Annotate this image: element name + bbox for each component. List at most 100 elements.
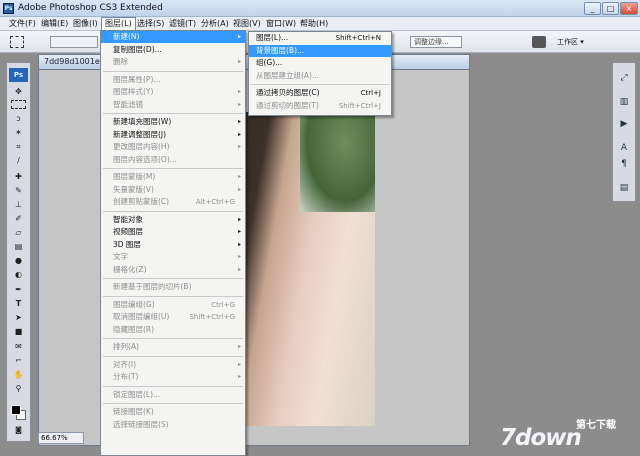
- new-submenu-item-label: 通过剪切的图层(T): [256, 100, 319, 110]
- submenu-arrow-icon: ▸: [237, 360, 241, 368]
- layer-menu-item[interactable]: 3D 图层 ▸: [101, 239, 245, 251]
- palette-well-icon[interactable]: [532, 36, 546, 48]
- layer-menu-item[interactable]: 智能对象 ▸: [101, 214, 245, 226]
- layer-menu-item-label: 锁定图层(L)...: [113, 389, 161, 399]
- new-submenu-item[interactable]: 组(G)...: [249, 57, 391, 69]
- foreground-color-swatch[interactable]: [11, 405, 21, 415]
- menu-file[interactable]: 文件(F): [6, 17, 39, 31]
- layer-menu-item[interactable]: 新建(N) ▸: [101, 31, 245, 43]
- pen-tool-icon[interactable]: ✒: [11, 284, 26, 295]
- menu-layer[interactable]: 图层(L): [101, 17, 136, 31]
- rect-marquee-tool-icon[interactable]: [11, 100, 26, 109]
- eraser-tool-icon[interactable]: ▱: [11, 227, 26, 238]
- menu-analysis[interactable]: 分析(A): [198, 17, 232, 31]
- layer-menu-item-label: 复制图层(D)...: [113, 44, 162, 54]
- menu-separator: [103, 210, 243, 212]
- layer-menu-item: 选择链接图层(S): [101, 419, 245, 431]
- layer-menu-item-label: 排列(A): [113, 342, 139, 351]
- menu-view[interactable]: 视图(V): [230, 17, 264, 31]
- layer-menu-item: 取消图层编组(U) Shift+Ctrl+G: [101, 311, 245, 323]
- magic-wand-tool-icon[interactable]: ✶: [11, 127, 26, 138]
- layer-menu-item[interactable]: 视频图层 ▸: [101, 226, 245, 238]
- layer-menu-item-label: 图层蒙版(M): [113, 172, 156, 181]
- refine-edge-button[interactable]: 调整边缘...: [410, 36, 462, 48]
- layer-menu-item: 创建剪贴蒙版(C) Alt+Ctrl+G: [101, 196, 245, 208]
- ps-logo-icon: Ps: [9, 68, 28, 82]
- submenu-arrow-icon: ▸: [237, 185, 241, 193]
- submenu-arrow-icon: ▸: [237, 58, 241, 65]
- layer-menu-item: 链接图层(K): [101, 406, 245, 418]
- layer-menu-item-label: 取消图层编组(U): [113, 312, 170, 321]
- layer-menu-item[interactable]: 复制图层(D)...: [101, 44, 245, 56]
- layer-menu-item-label: 图层属性(P)...: [113, 74, 161, 84]
- menu-separator: [103, 403, 243, 404]
- submenu-arrow-icon: ▸: [237, 88, 241, 95]
- close-button[interactable]: ×: [620, 2, 638, 15]
- brush-tool-icon[interactable]: ✎: [11, 185, 26, 196]
- new-submenu-item-label: 从图层建立组(A)...: [256, 70, 320, 80]
- character-panel-icon[interactable]: A: [616, 142, 632, 155]
- actions-panel-icon[interactable]: ▶: [616, 118, 632, 131]
- shortcut-label: Ctrl+J: [360, 89, 381, 97]
- layer-menu-item-label: 新建填充图层(W): [113, 117, 172, 126]
- hand-tool-icon[interactable]: ✋: [11, 369, 26, 380]
- layer-menu-item: 图层蒙版(M) ▸: [101, 171, 245, 183]
- layer-menu-item-label: 视频图层: [113, 227, 143, 236]
- layer-menu-item-label: 更改图层内容(H): [113, 142, 170, 151]
- shape-tool-icon[interactable]: ■: [11, 326, 26, 337]
- layer-menu-item-label: 新建调整图层(J): [113, 129, 167, 139]
- healing-brush-tool-icon[interactable]: ✚: [11, 171, 26, 182]
- slice-tool-icon[interactable]: /: [11, 155, 26, 166]
- menu-filter[interactable]: 滤镜(T): [166, 17, 199, 31]
- dodge-tool-icon[interactable]: ◐: [11, 269, 26, 280]
- blur-tool-icon[interactable]: ●: [11, 255, 26, 266]
- path-selection-tool-icon[interactable]: ➤: [11, 312, 26, 323]
- layer-menu-item[interactable]: 新建调整图层(J) ▸: [101, 129, 245, 141]
- zoom-tool-icon[interactable]: ⚲: [11, 383, 26, 394]
- layers-panel-icon[interactable]: ▥: [616, 96, 632, 109]
- layer-menu-item[interactable]: 新建填充图层(W) ▸: [101, 116, 245, 128]
- type-tool-icon[interactable]: T: [11, 298, 26, 309]
- gradient-tool-icon[interactable]: ▤: [11, 241, 26, 252]
- layer-menu-item-label: 智能对象: [113, 214, 143, 224]
- layer-menu-item: 智能滤镜 ▸: [101, 99, 245, 111]
- move-tool-icon[interactable]: ✥: [11, 86, 26, 97]
- document-title: 7dd98d1001e: [44, 57, 100, 66]
- layer-menu-item: 新建基于图层的切片(B): [101, 281, 245, 293]
- menu-help[interactable]: 帮助(H): [297, 17, 331, 31]
- notes-tool-icon[interactable]: ✉: [11, 341, 26, 352]
- layer-menu-item-label: 文字: [113, 252, 128, 261]
- new-submenu-item-label: 背景图层(B)...: [256, 45, 305, 55]
- menu-select[interactable]: 选择(S): [134, 17, 167, 31]
- lasso-tool-icon[interactable]: ↄ: [11, 113, 26, 124]
- history-brush-tool-icon[interactable]: ✐: [11, 213, 26, 224]
- marquee-tool-preset-icon[interactable]: [10, 36, 24, 48]
- new-submenu-item: 从图层建立组(A)...: [249, 70, 391, 82]
- new-submenu-item-label: 组(G)...: [256, 58, 283, 67]
- layer-menu-item-label: 创建剪贴蒙版(C): [113, 197, 170, 206]
- quick-mask-icon[interactable]: ◙: [11, 425, 26, 436]
- new-submenu-item[interactable]: 背景图层(B)...: [249, 44, 391, 57]
- eyedropper-tool-icon[interactable]: ⌐: [11, 355, 26, 366]
- workspace-menu[interactable]: 工作区 ▾: [553, 36, 598, 48]
- menu-window[interactable]: 窗口(W): [263, 17, 299, 31]
- crop-tool-icon[interactable]: ⌗: [11, 141, 26, 152]
- layer-menu-item-label: 矢量蒙版(V): [113, 184, 154, 194]
- menu-image[interactable]: 图像(I): [70, 17, 101, 31]
- minimize-button[interactable]: _: [584, 2, 601, 15]
- selection-mode-icons[interactable]: [50, 36, 98, 48]
- layer-menu-item-label: 图层编组(G): [113, 299, 155, 309]
- paragraph-panel-icon[interactable]: ¶: [616, 158, 632, 171]
- navigator-panel-icon[interactable]: ⤢: [616, 72, 632, 85]
- layer-menu-item-label: 对齐(I): [113, 359, 137, 369]
- info-panel-icon[interactable]: ▤: [616, 182, 632, 195]
- maximize-button[interactable]: □: [602, 2, 619, 15]
- clone-stamp-tool-icon[interactable]: ⊥: [11, 199, 26, 210]
- zoom-level-field[interactable]: 66.67%: [38, 432, 84, 444]
- layer-menu-item: 栅格化(Z) ▸: [101, 264, 245, 276]
- layer-menu-item-label: 3D 图层: [113, 239, 141, 249]
- new-submenu-item[interactable]: 通过拷贝的图层(C) Ctrl+J: [249, 87, 391, 99]
- layer-menu-item: 锁定图层(L)...: [101, 389, 245, 401]
- new-submenu-item[interactable]: 图层(L)... Shift+Ctrl+N: [249, 32, 391, 44]
- menu-edit[interactable]: 编辑(E): [38, 17, 71, 31]
